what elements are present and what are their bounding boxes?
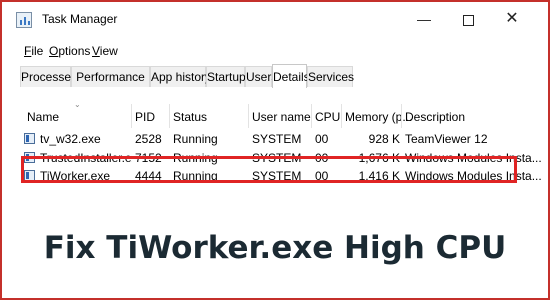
tab-processes[interactable]: Processes xyxy=(20,66,77,87)
cell-description: TeamViewer 12 xyxy=(405,132,488,146)
tab-startup[interactable]: Startup xyxy=(206,66,246,87)
cell-memory: 928 K xyxy=(368,132,400,146)
column-header-user[interactable]: User name xyxy=(252,110,311,124)
cell-status: Running xyxy=(173,132,218,146)
column-divider[interactable] xyxy=(169,104,170,128)
process-row[interactable]: tv_w32.exe 2528 Running SYSTEM 00 928 K TeamVi… xyxy=(20,130,546,149)
cell-user: SYSTEM xyxy=(252,132,302,146)
column-header-description[interactable]: Description xyxy=(405,110,465,124)
tab-performance[interactable]: Performance xyxy=(71,66,150,87)
cell-name: tv_w32.exe xyxy=(40,132,101,146)
column-header-cpu[interactable]: CPU xyxy=(315,110,340,124)
column-header-status[interactable]: Status xyxy=(173,110,207,124)
maximize-button[interactable] xyxy=(446,4,490,36)
close-button[interactable]: ✕ xyxy=(490,4,534,36)
column-divider[interactable] xyxy=(311,104,312,128)
tab-services[interactable]: Services xyxy=(307,66,354,87)
column-divider[interactable] xyxy=(131,104,132,128)
task-manager-icon xyxy=(16,12,32,28)
cell-cpu: 00 xyxy=(315,132,329,146)
minimize-button[interactable]: — xyxy=(402,4,446,36)
menu-options[interactable]: Options xyxy=(49,44,90,58)
column-header-pid[interactable]: PID xyxy=(135,110,155,124)
tab-app-history[interactable]: App history xyxy=(150,66,211,87)
caption-text: Fix TiWorker.exe High CPU Usage xyxy=(43,230,507,266)
tab-strip: Processes Performance App history Startup Us… xyxy=(20,64,546,89)
menu-view[interactable]: View xyxy=(92,44,118,58)
column-divider[interactable] xyxy=(401,104,402,128)
column-header-name[interactable]: Name xyxy=(27,110,59,124)
tab-details[interactable]: Details xyxy=(272,64,310,88)
tab-users[interactable]: Users xyxy=(245,66,277,87)
column-divider[interactable] xyxy=(341,104,342,128)
menu-file[interactable]: File xyxy=(24,44,43,58)
title-bar[interactable]: Task Manager — ✕ xyxy=(4,4,546,36)
column-divider[interactable] xyxy=(248,104,249,128)
cell-pid: 2528 xyxy=(135,132,162,146)
window-title: Task Manager xyxy=(42,12,118,26)
maximize-icon xyxy=(462,14,474,26)
process-icon xyxy=(24,133,35,144)
sort-indicator-icon[interactable]: ⌄ xyxy=(74,100,81,109)
column-header-memory[interactable]: Memory (p... xyxy=(345,110,412,124)
highlight-box xyxy=(21,156,517,183)
screenshot-canvas: Task Manager — ✕ File Options View Process… xyxy=(0,0,550,300)
column-header-row: ⌄ Name PID Status User name CPU Memory (p... D… xyxy=(20,88,546,128)
